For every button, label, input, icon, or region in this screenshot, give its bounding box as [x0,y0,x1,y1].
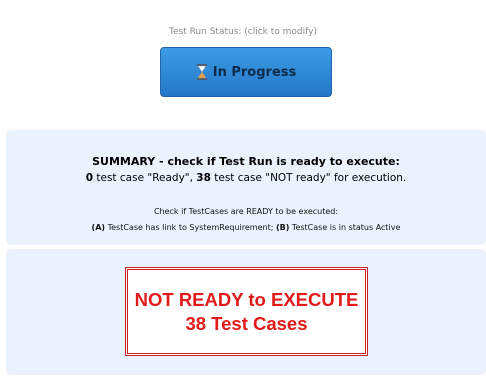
summary-counts: 0 test case "Ready", 38 test case "NOT r… [6,172,486,184]
status-caption: Test Run Status: (click to modify) [169,27,317,37]
ready-text: test case "Ready", [93,172,197,184]
hourglass-icon [196,64,207,80]
criterion-b-label: (B) [275,223,290,232]
not-ready-text: test case "NOT ready" for execution. [210,172,407,184]
summary-panel: SUMMARY - check if Test Run is ready to … [6,130,486,245]
status-button[interactable]: In Progress [160,47,332,97]
readiness-status: NOT READY to EXECUTE [134,288,359,310]
readiness-count: 38 Test Cases [185,312,308,334]
not-ready-count: 38 [196,172,211,184]
status-button-label: In Progress [212,64,297,80]
check-title: Check if TestCases are READY to be execu… [153,207,339,216]
readiness-box: NOT READY to EXECUTE 38 Test Cases [125,267,368,356]
check-criteria: (A) TestCase has link to SystemRequireme… [6,223,486,232]
ready-count: 0 [85,172,94,184]
readiness-panel: NOT READY to EXECUTE 38 Test Cases [6,249,486,375]
criterion-a-text: TestCase has link to SystemRequirement; [105,223,276,232]
criterion-b-text: TestCase is in status Active [289,223,401,232]
summary-title: SUMMARY - check if Test Run is ready to … [92,155,400,168]
criterion-a-label: (A) [91,223,106,232]
